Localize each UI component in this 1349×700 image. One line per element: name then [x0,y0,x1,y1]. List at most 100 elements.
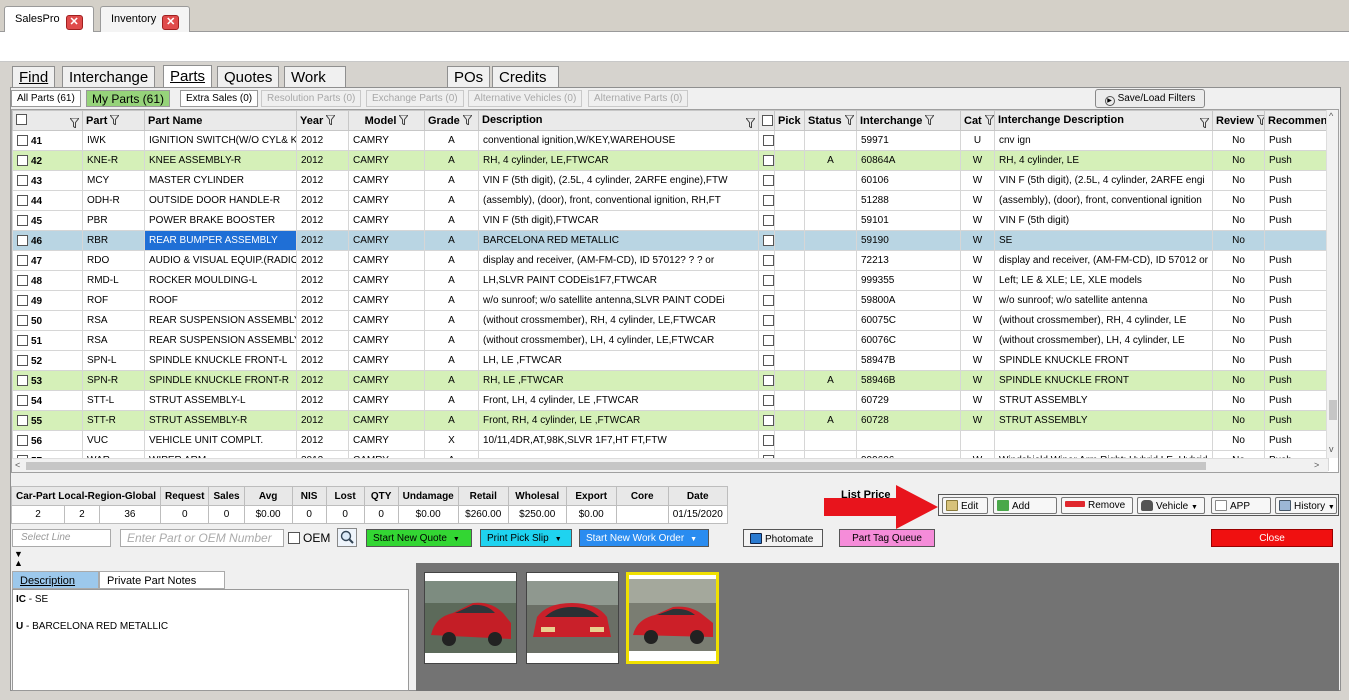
row-checkbox[interactable] [17,434,28,446]
pick[interactable] [774,290,805,311]
part-name[interactable]: REAR BUMPER ASSEMBLY [144,230,297,251]
table-row[interactable]: 48 RMD-L ROCKER MOULDING-L 2012 CAMRY A LH,SLV… [12,270,1329,291]
status[interactable] [804,230,857,251]
table-row[interactable]: 51 RSA REAR SUSPENSION ASSEMBLY 2012 CAMRY A (… [12,330,1329,351]
pick-checkbox-cell[interactable] [758,250,775,271]
year[interactable]: 2012 [296,370,349,391]
pick-checkbox-cell[interactable] [758,150,775,171]
review[interactable]: No [1212,330,1265,351]
row-checkbox[interactable] [763,214,774,226]
grade[interactable]: A [424,390,479,411]
photo-thumbnail[interactable] [424,572,517,664]
part-code[interactable]: ROF [82,290,145,311]
vertical-scrollbar[interactable]: ^ v [1326,110,1338,458]
row-checkbox[interactable] [763,374,774,386]
pick[interactable] [774,210,805,231]
grade[interactable]: A [424,410,479,431]
row-checkbox[interactable] [17,414,28,426]
part-name[interactable]: OUTSIDE DOOR HANDLE-R [144,190,297,211]
scroll-up-icon[interactable]: ^ [1329,111,1333,121]
pick-checkbox-cell[interactable] [758,190,775,211]
print-pick-slip-button[interactable]: Print Pick Slip ▼ [480,529,572,547]
review[interactable]: No [1212,230,1265,251]
col-pick[interactable]: Pick [774,110,805,131]
tab-description[interactable]: Description [12,571,99,589]
add-button[interactable]: Add [993,497,1057,514]
cat[interactable]: W [960,410,995,431]
year[interactable]: 2012 [296,350,349,371]
row-checkbox[interactable] [17,214,28,226]
interchange-description[interactable]: (assembly), (door), front, conventional … [994,190,1213,211]
interchange[interactable] [856,430,961,451]
close-button[interactable]: Close [1211,529,1333,547]
row-checkbox[interactable] [763,134,774,146]
table-row[interactable]: 43 MCY MASTER CYLINDER 2012 CAMRY A VIN F (5th… [12,170,1329,191]
pick-checkbox-cell[interactable] [758,330,775,351]
model[interactable]: CAMRY [348,370,425,391]
recommend[interactable]: Push [1264,250,1329,271]
pick[interactable] [774,250,805,271]
cat[interactable]: W [960,290,995,311]
row-number[interactable]: 42 [12,150,83,171]
description[interactable]: RH, 4 cylinder, LE,FTWCAR [478,150,759,171]
subtab-alternative-vehicles[interactable]: Alternative Vehicles (0) [468,90,583,107]
review[interactable]: No [1212,150,1265,171]
remove-button[interactable]: Remove [1061,497,1133,514]
recommend[interactable] [1264,230,1329,251]
review[interactable]: No [1212,430,1265,451]
pick[interactable] [774,390,805,411]
grade[interactable]: A [424,190,479,211]
cat[interactable]: W [960,370,995,391]
scroll-thumb[interactable] [1329,400,1337,420]
model[interactable]: CAMRY [348,130,425,151]
row-number[interactable]: 45 [12,210,83,231]
description[interactable]: Front, LH, 4 cylinder, LE ,FTWCAR [478,390,759,411]
col-cat[interactable]: Cat [960,110,995,131]
status[interactable] [804,330,857,351]
pick-checkbox-cell[interactable] [758,170,775,191]
tab-find[interactable]: Find [12,66,56,88]
pick-checkbox-cell[interactable] [758,210,775,231]
row-number[interactable]: 55 [12,410,83,431]
row-checkbox[interactable] [17,234,28,246]
row-checkbox[interactable] [17,174,28,186]
grade[interactable]: A [424,130,479,151]
subtab-my-parts[interactable]: My Parts (61) [86,90,171,107]
description[interactable]: LH,SLVR PAINT CODEis1F7,FTWCAR [478,270,759,291]
interchange-description[interactable]: STRUT ASSEMBLY [994,390,1213,411]
interchange-description[interactable]: SE [994,230,1213,251]
grade[interactable]: A [424,250,479,271]
recommend[interactable]: Push [1264,410,1329,431]
part-name[interactable]: REAR SUSPENSION ASSEMBLY [144,330,297,351]
pick[interactable] [774,350,805,371]
interchange[interactable]: 59190 [856,230,961,251]
part-code[interactable]: RSA [82,330,145,351]
description[interactable]: display and receiver, (AM-FM-CD), ID 570… [478,250,759,271]
year[interactable]: 2012 [296,230,349,251]
col-year[interactable]: Year [296,110,349,131]
model[interactable]: CAMRY [348,150,425,171]
table-row[interactable]: 46 RBR REAR BUMPER ASSEMBLY 2012 CAMRY A BARCE… [12,230,1329,251]
status[interactable] [804,170,857,191]
part-code[interactable]: ODH-R [82,190,145,211]
model[interactable]: CAMRY [348,190,425,211]
model[interactable]: CAMRY [348,350,425,371]
part-name[interactable]: REAR SUSPENSION ASSEMBLY [144,310,297,331]
cat[interactable]: W [960,250,995,271]
cat[interactable]: W [960,330,995,351]
review[interactable]: No [1212,350,1265,371]
description[interactable]: (without crossmember), LH, 4 cylinder, L… [478,330,759,351]
review[interactable]: No [1212,210,1265,231]
review[interactable]: No [1212,270,1265,291]
col-pick-checkbox[interactable] [758,110,775,131]
start-new-quote-button[interactable]: Start New Quote ▼ [366,529,472,547]
row-number[interactable]: 53 [12,370,83,391]
recommend[interactable]: Push [1264,330,1329,351]
interchange[interactable]: 72213 [856,250,961,271]
part-code[interactable]: SPN-L [82,350,145,371]
status[interactable] [804,310,857,331]
select-all-header[interactable] [12,110,83,131]
row-checkbox[interactable] [17,314,28,326]
pick[interactable] [774,430,805,451]
cat[interactable]: W [960,170,995,191]
